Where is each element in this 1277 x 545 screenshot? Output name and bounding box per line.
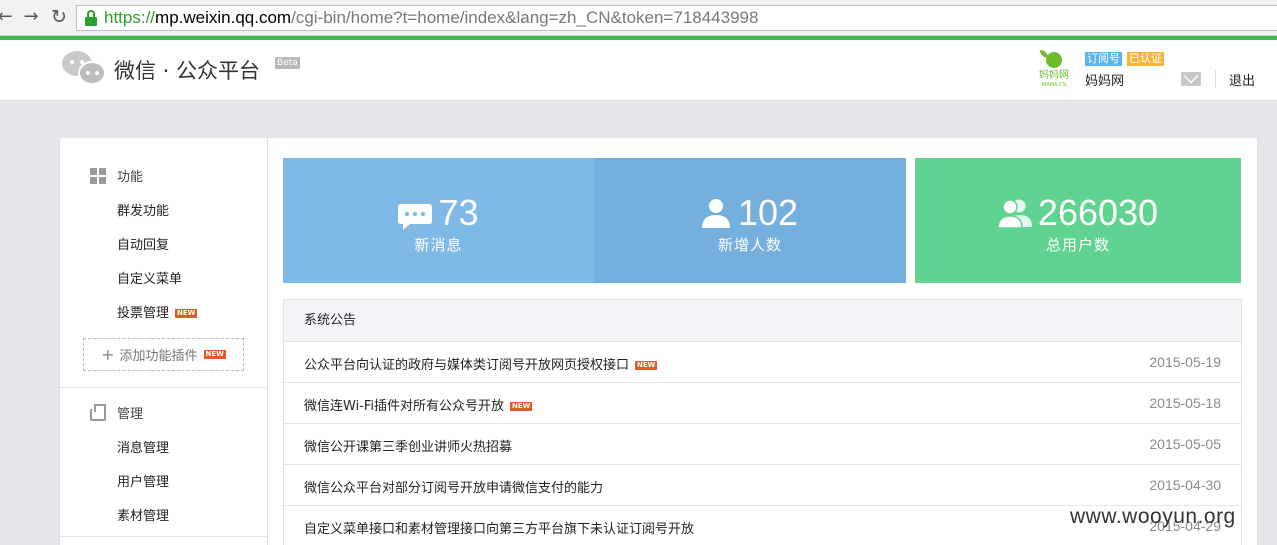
announcement-title[interactable]: 微信连Wi-Fi插件对所有公众号开放 NEW [304,395,533,414]
account-avatar[interactable]: 妈妈网 MAMA.CN [1038,50,1070,88]
sidebar-item-auto-reply[interactable]: 自动回复 [117,234,169,253]
mail-icon[interactable] [1181,72,1201,86]
verified-badge: 已认证 [1127,52,1164,66]
stat-new-followers[interactable]: 102 新增人数 [594,158,906,283]
sidebar-item-mass-send[interactable]: 群发功能 [117,200,169,219]
lock-icon [84,10,98,26]
new-badge: NEW [510,402,533,411]
announcement-title-text: 微信连Wi-Fi插件对所有公众号开放 [304,399,505,414]
plus-icon: + [101,345,115,364]
grid-icon [90,167,106,184]
sidebar-item-custom-menu[interactable]: 自定义菜单 [117,268,182,287]
announcement-title-text: 公众平台向认证的政府与媒体类订阅号开放网页授权接口 [304,358,630,373]
announcement-title[interactable]: 微信公众平台对部分订阅号开放申请微信支付的能力 [304,477,603,496]
new-badge: NEW [175,309,198,318]
section-title: 功能 [117,170,144,185]
sidebar-item-label: 投票管理 [117,306,170,321]
sidebar-item-materials[interactable]: 素材管理 [117,505,169,524]
inbox-icon [90,403,106,421]
wechat-logo-icon[interactable] [62,51,108,89]
announcement-title[interactable]: 微信公开课第三季创业讲师火热招募 [304,436,512,455]
url-path: /cgi-bin/home?t=home/index&lang=zh_CN&to… [291,8,759,27]
section-title: 管理 [117,407,144,422]
account-name[interactable]: 妈妈网 [1085,70,1124,89]
list-item[interactable]: 微信公开课第三季创业讲师火热招募 2015-05-05 [284,424,1241,465]
new-badge: NEW [635,361,658,370]
browser-address-bar: ← → ↻ https://mp.weixin.qq.com/cgi-bin/h… [0,0,1277,36]
account-type-badge: 订阅号 [1085,52,1122,66]
avatar-wordmark: 妈妈网 [1039,70,1069,81]
announcement-date: 2015-05-18 [1149,395,1221,411]
beta-badge: Beta [275,57,300,69]
watermark: www.wooyun.org [1070,505,1236,528]
url-text: https://mp.weixin.qq.com/cgi-bin/home?t=… [104,8,758,28]
announcement-date: 2015-05-19 [1149,354,1221,370]
announcement-title[interactable]: 自定义菜单接口和素材管理接口向第三方平台旗下未认证订阅号开放 [304,518,694,537]
announcement-title[interactable]: 公众平台向认证的政府与媒体类订阅号开放网页授权接口 NEW [304,354,658,373]
brand-title[interactable]: 微信 · 公众平台 [114,55,260,85]
stat-new-messages[interactable]: 73 新消息 [283,158,594,283]
site-header: 微信 · 公众平台 Beta 妈妈网 MAMA.CN 订阅号 已认证 妈妈网 退… [0,40,1277,101]
stat-label: 新消息 [414,236,463,254]
stat-value: 102 [737,192,799,233]
sidebar-item-vote[interactable]: 投票管理 NEW [117,302,198,321]
person-icon [701,199,730,228]
url-host: mp.weixin.qq.com [155,8,292,27]
announcement-date: 2015-05-05 [1149,436,1221,452]
logout-link[interactable]: 退出 [1229,70,1255,89]
add-plugin-button[interactable]: + 添加功能插件 NEW [83,338,244,371]
stat-label: 总用户数 [1045,236,1110,254]
stat-value: 73 [438,192,479,233]
sidebar: 功能 群发功能 自动回复 自定义菜单 投票管理 NEW + 添加功能插件 NEW … [59,137,268,545]
reload-icon[interactable]: ↻ [48,6,70,28]
list-item[interactable]: 微信连Wi-Fi插件对所有公众号开放 NEW 2015-05-18 [284,383,1241,424]
sidebar-divider [60,536,267,537]
sidebar-section-functions: 功能 [90,166,143,185]
header-divider [1215,70,1216,88]
sidebar-item-messages[interactable]: 消息管理 [117,437,169,456]
sidebar-item-users[interactable]: 用户管理 [117,471,169,490]
announcements-header: 系统公告 [284,300,1241,342]
avatar-subtext: MAMA.CN [1041,82,1067,88]
add-plugin-label: 添加功能插件 [119,349,198,364]
stat-total-users[interactable]: 266030 总用户数 [915,158,1241,283]
chat-bubble-icon [398,204,433,230]
announcement-date: 2015-04-30 [1149,477,1221,493]
users-group-icon [997,199,1032,228]
list-item[interactable]: 微信公众平台对部分订阅号开放申请微信支付的能力 2015-04-30 [284,465,1241,506]
url-input[interactable]: https://mp.weixin.qq.com/cgi-bin/home?t=… [76,5,1277,31]
sidebar-section-manage: 管理 [90,403,143,422]
back-arrow-icon[interactable]: ← [0,6,16,28]
stat-value: 266030 [1037,192,1159,233]
url-scheme: https:// [104,8,156,27]
list-item[interactable]: 公众平台向认证的政府与媒体类订阅号开放网页授权接口 NEW 2015-05-19 [284,342,1241,383]
stat-label: 新增人数 [717,236,782,254]
sidebar-divider [60,387,267,388]
forward-arrow-icon[interactable]: → [20,6,42,28]
new-badge: NEW [203,350,226,359]
